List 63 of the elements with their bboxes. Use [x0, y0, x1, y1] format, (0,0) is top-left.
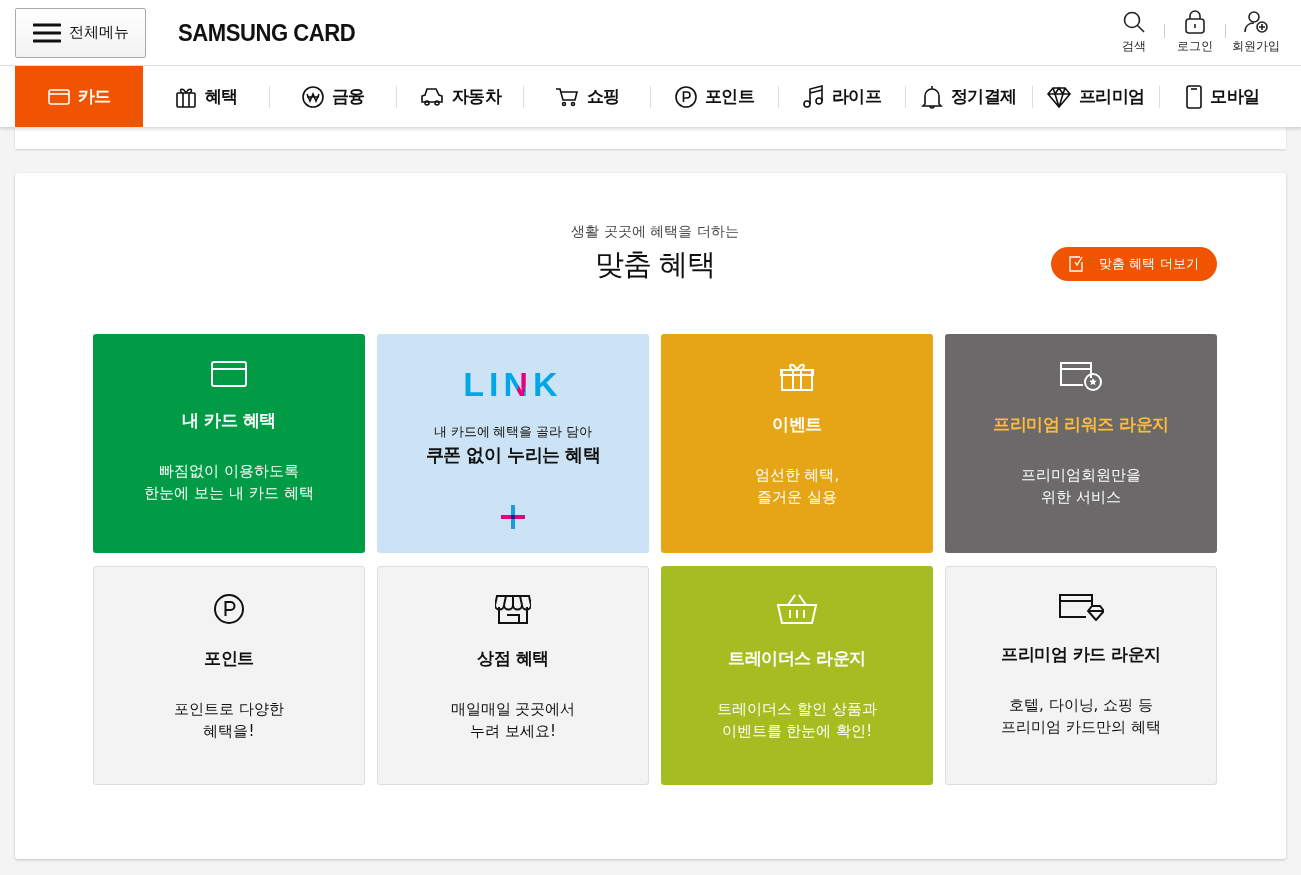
- benefit-card[interactable]: 프리미엄 카드 라운지 호텔, 다이닝, 쇼핑 등 프리미엄 카드만의 혜택: [945, 566, 1217, 785]
- utility-link[interactable]: 검색: [1104, 10, 1164, 55]
- utility-link[interactable]: 로그인: [1165, 10, 1225, 55]
- nav-tab[interactable]: 금융: [270, 66, 397, 127]
- menu-button[interactable]: 전체메뉴: [15, 7, 146, 58]
- padlock-icon: [1184, 10, 1206, 34]
- section-title: 맞춤 혜택: [594, 246, 716, 283]
- gift-icon: [174, 85, 197, 108]
- plus-icon: [501, 505, 525, 529]
- card-description: 트레이더스 할인 상품과 이벤트를 한눈에 확인!: [717, 699, 877, 742]
- benefit-card[interactable]: 내 카드 혜택 빠짐없이 이용하도록 한눈에 보는 내 카드 혜택: [93, 334, 365, 553]
- checkbox-icon: [1069, 256, 1086, 272]
- nav-tab[interactable]: 모바일: [1159, 66, 1286, 127]
- card-description: 매일매일 곳곳에서 누려 보세요!: [450, 699, 576, 742]
- nav-tab[interactable]: 정기결제: [905, 66, 1032, 127]
- card-description: 엄선한 혜택, 즐거운 실용: [754, 465, 840, 508]
- user-add-icon: [1243, 10, 1269, 34]
- card-description: 프리미엄회원만을 위한 서비스: [1021, 465, 1141, 508]
- won-coin-icon: [301, 85, 324, 108]
- card-star-icon: [1059, 361, 1103, 391]
- gift-icon: [780, 361, 814, 391]
- card-title: 트레이더스 라운지: [728, 647, 866, 670]
- cart-icon: [554, 86, 579, 107]
- card-title: 상점 혜택: [477, 647, 549, 670]
- section-subtitle: 생활 곳곳에 혜택을 더하는: [571, 223, 739, 241]
- card-title: 내 카드 혜택: [182, 409, 276, 432]
- card-icon: [211, 361, 247, 387]
- point-icon: [674, 85, 697, 108]
- card-icon: [47, 88, 70, 105]
- benefit-card[interactable]: LINK 내 카드에 혜택을 골라 담아 쿠폰 없이 누리는 혜택: [377, 334, 649, 553]
- bell-icon: [920, 84, 943, 109]
- car-icon: [419, 86, 444, 107]
- card-diamond-icon: [1058, 593, 1104, 621]
- card-description: 호텔, 다이닝, 쇼핑 등 프리미엄 카드만의 혜택: [1001, 695, 1161, 738]
- card-description: 포인트로 다양한 혜택을!: [174, 699, 284, 742]
- logo[interactable]: SAMSUNG CARD: [178, 18, 1030, 47]
- nav-tab[interactable]: 쇼핑: [524, 66, 651, 127]
- diamond-icon: [1046, 85, 1071, 108]
- nav-tab[interactable]: 라이프: [778, 66, 905, 127]
- utility-link[interactable]: 회원가입: [1226, 10, 1286, 55]
- nav-tab[interactable]: 자동차: [397, 66, 524, 127]
- storefront-icon: [495, 593, 531, 625]
- search-icon: [1122, 10, 1146, 34]
- card-title: 쿠폰 없이 누리는 혜택: [425, 443, 601, 467]
- card-caption: 내 카드에 혜택을 골라 담아: [433, 424, 593, 441]
- card-title: 포인트: [204, 647, 254, 670]
- music-note-icon: [801, 84, 824, 109]
- card-title: 프리미엄 카드 라운지: [1001, 643, 1161, 666]
- nav-tab[interactable]: 카드: [15, 66, 143, 127]
- card-title: 이벤트: [772, 413, 822, 436]
- nav-tab[interactable]: 혜택: [143, 66, 270, 127]
- benefit-card[interactable]: 프리미엄 리워즈 라운지 프리미엄회원만을 위한 서비스: [945, 334, 1217, 553]
- nav-tab[interactable]: 프리미엄: [1032, 66, 1159, 127]
- card-title: 프리미엄 리워즈 라운지: [993, 413, 1169, 436]
- benefit-card[interactable]: 포인트 포인트로 다양한 혜택을!: [93, 566, 365, 785]
- more-benefits-button[interactable]: 맞춤 혜택 더보기: [1051, 247, 1217, 281]
- menu-icon: [32, 22, 61, 43]
- card-description: 빠짐없이 이용하도록 한눈에 보는 내 카드 혜택: [144, 461, 314, 504]
- benefit-card[interactable]: 상점 혜택 매일매일 곳곳에서 누려 보세요!: [377, 566, 649, 785]
- phone-icon: [1186, 84, 1203, 109]
- point-icon: [213, 593, 245, 625]
- basket-icon: [776, 593, 818, 625]
- nav-tab[interactable]: 포인트: [651, 66, 778, 127]
